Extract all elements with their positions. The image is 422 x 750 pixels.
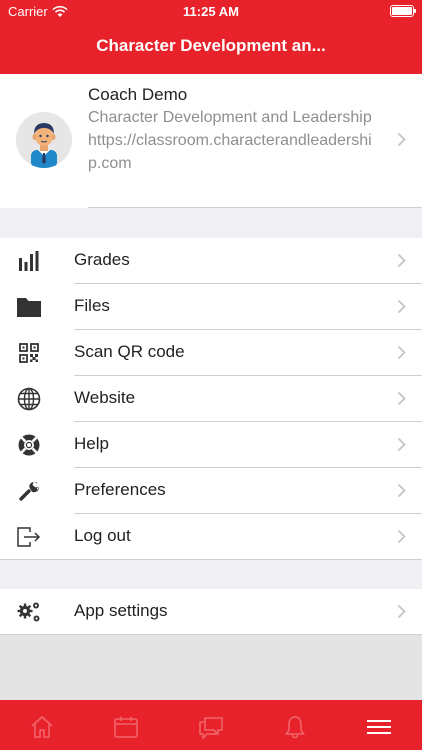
menu-item-preferences[interactable]: Preferences	[0, 468, 422, 514]
tab-calendar[interactable]	[112, 714, 140, 740]
bell-icon	[285, 716, 305, 739]
logout-icon	[16, 525, 42, 549]
chevron-right-icon	[397, 391, 406, 406]
page-title: Character Development an...	[96, 36, 326, 55]
qr-code-icon	[16, 341, 42, 365]
home-icon	[31, 715, 53, 738]
profile-card[interactable]: Coach Demo Character Development and Lea…	[0, 74, 422, 208]
folder-icon	[16, 295, 42, 319]
profile-url: https://classroom.characterandleadership…	[88, 132, 372, 172]
menu-item-files[interactable]: Files	[0, 284, 422, 330]
menu-label: Preferences	[74, 480, 166, 499]
tab-more[interactable]	[365, 714, 393, 740]
menu-item-logout[interactable]: Log out	[0, 514, 422, 560]
settings-menu: App settings	[0, 589, 422, 635]
profile-name: Coach Demo	[88, 85, 188, 104]
profile-organization: Character Development and Leadership	[88, 109, 372, 126]
chevron-right-icon	[397, 345, 406, 360]
divider	[0, 559, 422, 560]
menu-item-scan-qr[interactable]: Scan QR code	[0, 330, 422, 376]
chevron-right-icon	[397, 299, 406, 314]
main-menu: Grades Files Scan QR code Website Help P…	[0, 238, 422, 560]
chevron-right-icon	[397, 437, 406, 452]
messages-icon	[199, 717, 223, 739]
gears-icon	[16, 600, 42, 624]
chevron-right-icon	[397, 604, 406, 619]
battery-icon	[390, 5, 416, 17]
status-time: 11:25 AM	[183, 4, 239, 19]
wrench-icon	[16, 479, 42, 503]
tab-notifications[interactable]	[281, 714, 309, 740]
status-bar: Carrier 11:25 AM	[0, 0, 422, 24]
menu-label: Log out	[74, 526, 131, 545]
chevron-right-icon	[397, 529, 406, 544]
app-header: Carrier 11:25 AM Character Development a…	[0, 0, 422, 74]
profile-info: Coach Demo Character Development and Lea…	[88, 84, 383, 175]
calendar-icon	[114, 716, 138, 738]
menu-item-grades[interactable]: Grades	[0, 238, 422, 284]
bar-chart-icon	[16, 249, 42, 273]
globe-icon	[16, 387, 42, 411]
chevron-right-icon	[397, 132, 406, 147]
menu-label: Files	[74, 296, 110, 315]
chevron-right-icon	[397, 253, 406, 268]
menu-label: Scan QR code	[74, 342, 185, 361]
coach-avatar-icon	[31, 123, 57, 168]
menu-item-help[interactable]: Help	[0, 422, 422, 468]
chevron-right-icon	[397, 483, 406, 498]
empty-area	[0, 635, 422, 700]
menu-item-website[interactable]: Website	[0, 376, 422, 422]
menu-item-app-settings[interactable]: App settings	[0, 589, 422, 635]
tab-messages[interactable]	[197, 714, 225, 740]
menu-label: Grades	[74, 250, 130, 269]
menu-label: App settings	[74, 601, 168, 620]
divider	[88, 207, 422, 208]
avatar	[16, 112, 72, 168]
lifebuoy-icon	[16, 433, 42, 457]
menu-icon	[367, 720, 391, 734]
menu-label: Help	[74, 434, 109, 453]
tab-bar	[0, 700, 422, 750]
tab-home[interactable]	[28, 714, 56, 740]
menu-label: Website	[74, 388, 136, 407]
